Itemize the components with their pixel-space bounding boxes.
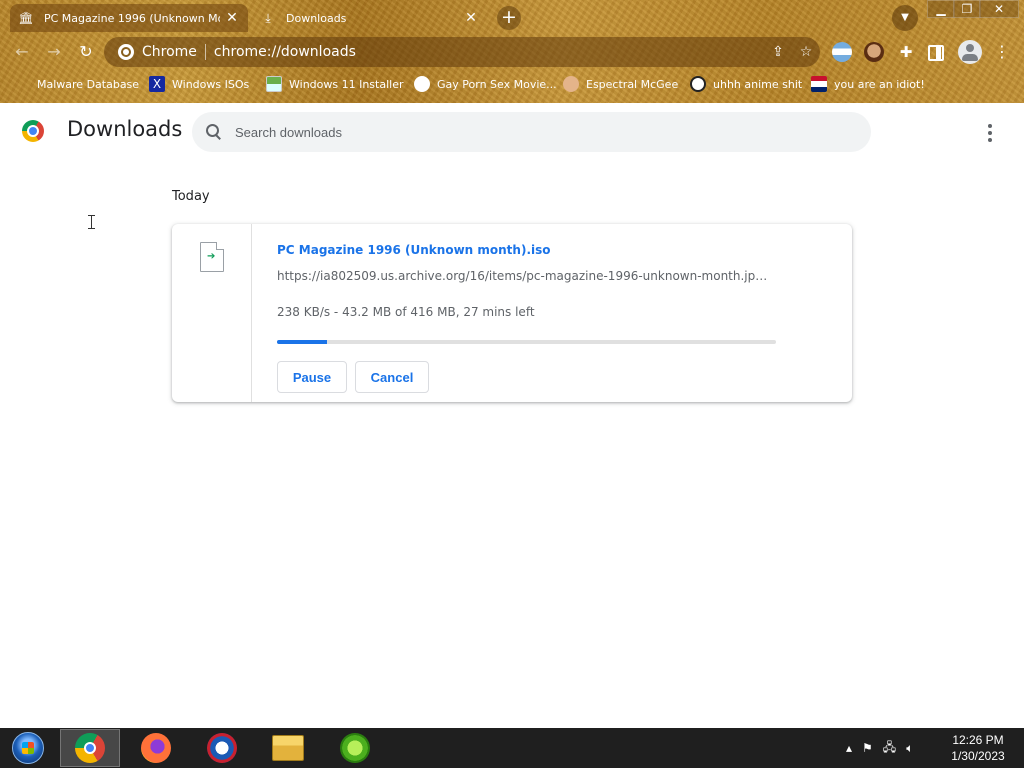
text-cursor-icon (88, 215, 96, 229)
bookmark-label: uhhh anime shit (713, 77, 803, 91)
window-close-button[interactable]: ✕ (979, 0, 1019, 18)
tab-title: PC Magazine 1996 (Unknown Mont (44, 11, 220, 25)
file-icon: ➔ (200, 242, 224, 272)
obama-logo-icon (207, 733, 237, 763)
volume-icon[interactable]: 🔈︎ (906, 741, 913, 756)
close-tab-icon[interactable]: ✕ (224, 10, 240, 26)
anime-bookmark-icon (690, 76, 706, 92)
x-logo-icon: X (149, 76, 165, 92)
page-title: Downloads (67, 117, 183, 141)
date-heading: Today (172, 189, 210, 204)
folder-icon (272, 735, 304, 761)
taskbar-chrome[interactable] (60, 729, 120, 767)
flag-extension-icon[interactable] (832, 42, 852, 62)
bookmark-label: Windows 11 Installer (289, 77, 404, 91)
clock-time: 12:26 PM (952, 733, 1004, 747)
archive-icon: 🏛︎ (18, 11, 34, 25)
download-icon: ⤓ (265, 10, 271, 25)
network-icon[interactable]: 🖧︎ (883, 738, 896, 759)
tab-title: Downloads (286, 11, 347, 25)
taskbar-file-explorer[interactable] (258, 729, 318, 767)
windows-logo-icon (12, 732, 44, 764)
browser-frame: 🏛︎ PC Magazine 1996 (Unknown Mont ✕ ⤓ Do… (0, 0, 1024, 103)
reload-button[interactable]: ↻ (74, 40, 98, 64)
bookmark-windows-isos[interactable]: X Windows ISOs (149, 73, 249, 95)
action-center-flag-icon[interactable]: ⚑ (862, 741, 873, 755)
download-progress-fill (277, 340, 327, 344)
close-tab-icon[interactable]: ✕ (463, 10, 479, 26)
system-tray: ▴ ⚑ 🖧︎ 🔈︎ (846, 728, 923, 768)
bookmark-label: Gay Porn Sex Movie... (437, 77, 557, 91)
taskbar-limewire[interactable] (325, 729, 385, 767)
profile-avatar-icon[interactable] (958, 40, 982, 64)
clock-date: 1/30/2023 (951, 749, 1005, 763)
address-bar[interactable]: Chrome chrome://downloads ⇪ ☆ (104, 37, 820, 67)
show-hidden-icons-icon[interactable]: ▴ (846, 741, 852, 755)
blank-bookmark-icon (14, 76, 30, 92)
avatar-extension-icon[interactable] (864, 42, 884, 62)
restore-button[interactable]: ❐ (953, 0, 981, 18)
bookmark-star-icon[interactable]: ☆ (792, 44, 820, 60)
side-panel-icon[interactable] (928, 45, 944, 61)
browser-menu-icon[interactable]: ⋮ (994, 40, 1010, 64)
share-icon[interactable]: ⇪ (764, 44, 792, 60)
bookmark-label: Malware Database (37, 77, 140, 91)
site-bookmark-icon (414, 76, 430, 92)
download-status: 238 KB/s - 43.2 MB of 416 MB, 27 mins le… (277, 305, 535, 319)
download-source-url[interactable]: https://ia802509.us.archive.org/16/items… (277, 269, 772, 283)
bookmark-label: Windows ISOs (172, 77, 250, 91)
tab-downloads[interactable]: ⤓ Downloads ✕ (252, 4, 487, 32)
bookmark-malware-database[interactable]: Malware Database (14, 73, 139, 95)
bookmark-movie-site[interactable]: Gay Porn Sex Movie... (414, 73, 557, 95)
bookmark-anime[interactable]: uhhh anime shit (690, 73, 802, 95)
bookmarks-bar: Malware Database X Windows ISOs Windows … (0, 73, 1024, 95)
more-actions-icon[interactable] (980, 121, 1000, 143)
tab-pc-magazine[interactable]: 🏛︎ PC Magazine 1996 (Unknown Mont ✕ (10, 4, 248, 32)
bookmark-you-are-an-idiot[interactable]: you are an idiot! (811, 73, 925, 95)
windows-taskbar: ▴ ⚑ 🖧︎ 🔈︎ 12:26 PM 1/30/2023 (0, 728, 1024, 768)
taskbar-obama-logo[interactable] (192, 729, 252, 767)
chrome-icon (75, 733, 105, 763)
url-text[interactable]: chrome://downloads (214, 44, 764, 60)
taskbar-clock[interactable]: 12:26 PM 1/30/2023 (940, 732, 1016, 764)
limewire-icon (340, 733, 370, 763)
downloads-page: Downloads Today ➔ PC Magazine 1996 (Unkn… (0, 103, 1024, 728)
file-icon-column: ➔ (172, 224, 252, 402)
search-bar[interactable] (192, 112, 871, 152)
forward-button[interactable]: → (42, 40, 66, 64)
extensions-puzzle-icon[interactable]: ✚ (896, 42, 916, 62)
face-bookmark-icon (563, 76, 579, 92)
bookmark-windows-11-installer[interactable]: Windows 11 Installer (266, 73, 404, 95)
site-chip: Chrome (142, 44, 197, 60)
tab-search-button[interactable]: ▼ (892, 5, 918, 31)
chrome-logo-icon (22, 120, 44, 142)
download-progress-bar (277, 340, 776, 344)
new-tab-button[interactable]: + (497, 6, 521, 30)
download-item: ➔ PC Magazine 1996 (Unknown month).iso h… (172, 224, 852, 402)
search-icon (205, 123, 223, 141)
omnibox-divider (204, 44, 206, 60)
pause-button[interactable]: Pause (277, 361, 347, 393)
download-file-name[interactable]: PC Magazine 1996 (Unknown month).iso (277, 243, 551, 257)
taskbar-firefox[interactable] (126, 729, 186, 767)
bookmark-espectral-mcgee[interactable]: Espectral McGee (563, 73, 678, 95)
uk-flag-icon (811, 76, 827, 92)
chrome-site-icon (118, 44, 134, 60)
search-input[interactable] (235, 124, 835, 140)
bookmark-label: Espectral McGee (586, 77, 679, 91)
back-button[interactable]: ← (10, 40, 34, 64)
cancel-button[interactable]: Cancel (355, 361, 429, 393)
image-bookmark-icon (266, 76, 282, 92)
bookmark-label: you are an idiot! (834, 77, 925, 91)
firefox-icon (141, 733, 171, 763)
minimize-button[interactable]: ▁ (927, 0, 955, 18)
start-button[interactable] (0, 729, 56, 767)
